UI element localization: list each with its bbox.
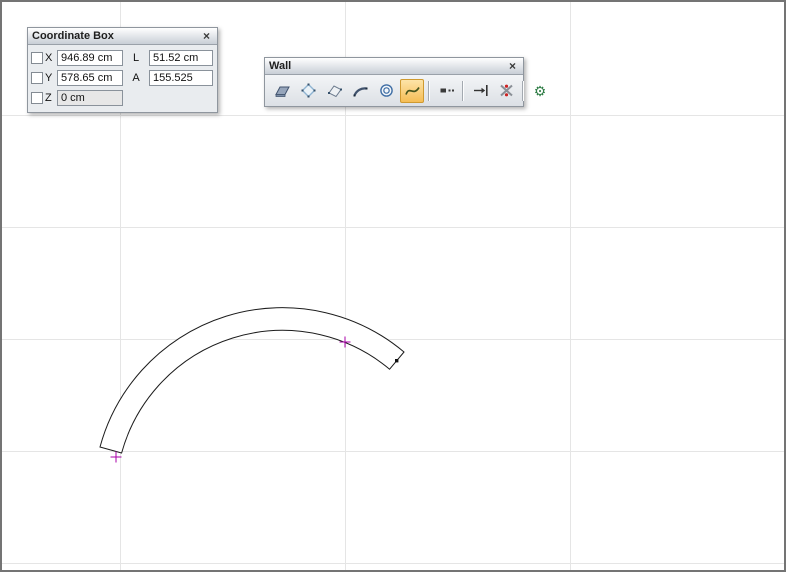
trim-to-elements-icon (472, 82, 489, 99)
wall-chained-icon (300, 82, 317, 99)
coordinate-box-palette: Coordinate Box × X L Y A Z (27, 27, 218, 113)
wall-spline-icon (404, 82, 421, 99)
wall-curved-button[interactable] (348, 79, 372, 103)
wall-circular-icon (378, 82, 395, 99)
wall-spline-button[interactable] (400, 79, 424, 103)
coordinate-box-titlebar[interactable]: Coordinate Box × (28, 28, 217, 45)
x-checkbox[interactable] (31, 52, 43, 64)
wall-end-handle (395, 359, 398, 362)
close-icon[interactable]: × (200, 30, 213, 42)
wall-straight-button[interactable] (270, 79, 294, 103)
coordinate-row-x: X L (31, 49, 214, 66)
close-icon[interactable]: × (506, 60, 519, 72)
trim-to-elements-button[interactable] (468, 79, 492, 103)
y-checkbox[interactable] (31, 72, 43, 84)
app-window: { "colors": { "window_border": "#747474"… (0, 0, 786, 572)
coordinate-box-title: Coordinate Box (32, 30, 200, 42)
x-label: X (45, 52, 57, 64)
wall-toolbar-palette: Wall × (264, 57, 524, 107)
reference-line-icon (438, 82, 455, 99)
wall-rectangular-icon (326, 82, 343, 99)
l-input[interactable] (149, 50, 213, 66)
z-checkbox[interactable] (31, 92, 43, 104)
toolbar-separator (428, 81, 430, 101)
a-label: A (123, 72, 149, 84)
wall-chained-button[interactable] (296, 79, 320, 103)
coordinate-row-z: Z (31, 89, 214, 106)
y-input[interactable] (57, 70, 123, 86)
intersect-icon (498, 82, 515, 99)
wall-rectangular-button[interactable] (322, 79, 346, 103)
reference-line-button[interactable] (434, 79, 458, 103)
coordinate-box-body: X L Y A Z (28, 45, 217, 112)
gear-icon: ⚙ (534, 84, 547, 98)
intersect-button[interactable] (494, 79, 518, 103)
wall-circular-button[interactable] (374, 79, 398, 103)
x-input[interactable] (57, 50, 123, 66)
wall-toolbar-titlebar[interactable]: Wall × (265, 58, 523, 75)
wall-toolbar-body: ⚙ (265, 75, 523, 106)
toolbar-separator (462, 81, 464, 101)
wall-toolbar-title: Wall (269, 60, 506, 72)
toolbar-separator (522, 81, 524, 101)
y-label: Y (45, 72, 57, 84)
l-label: L (123, 52, 149, 64)
snap-marker-start (111, 452, 122, 463)
curved-wall (100, 308, 404, 453)
wall-settings-button[interactable]: ⚙ (528, 79, 552, 103)
wall-straight-icon (274, 82, 291, 99)
a-input[interactable] (149, 70, 213, 86)
wall-curved-icon (352, 82, 369, 99)
coordinate-row-y: Y A (31, 69, 214, 86)
z-input[interactable] (57, 90, 123, 106)
z-label: Z (45, 92, 57, 104)
